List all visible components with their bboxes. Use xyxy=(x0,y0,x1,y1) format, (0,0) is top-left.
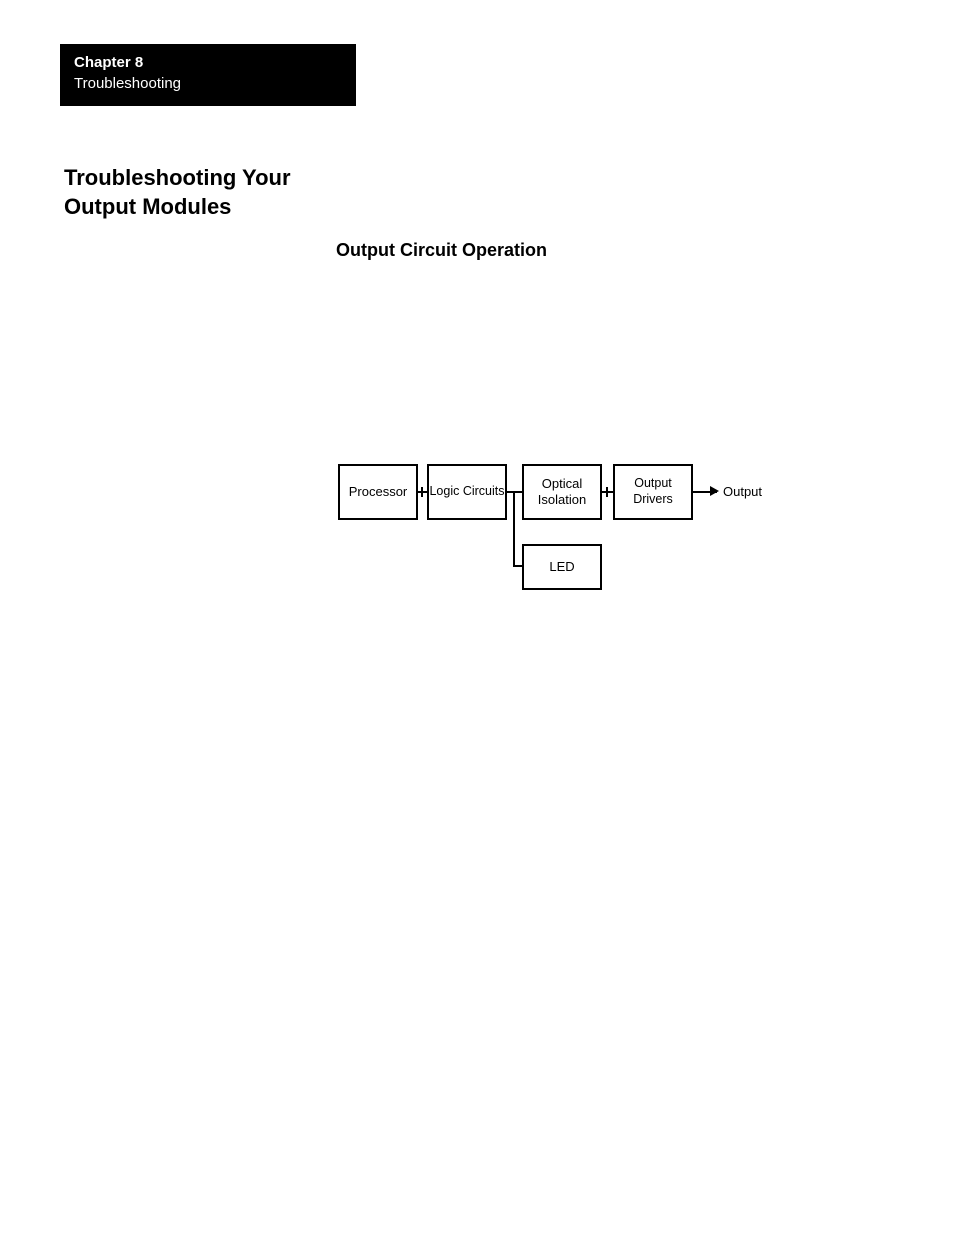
chapter-label: Chapter 8 xyxy=(74,54,342,71)
block-processor: Processor xyxy=(338,464,418,520)
arrowhead-icon xyxy=(710,486,719,496)
section-heading: Output Circuit Operation xyxy=(336,240,547,261)
block-output-drivers: Output Drivers xyxy=(613,464,693,520)
page-title: Troubleshooting Your Output Modules xyxy=(64,164,304,221)
connector xyxy=(513,565,524,567)
block-led: LED xyxy=(522,544,602,590)
output-circuit-diagram: Processor Logic Circuits Optical Isolati… xyxy=(338,464,798,604)
connector xyxy=(513,491,515,567)
chapter-subtitle: Troubleshooting xyxy=(74,75,342,92)
output-label: Output xyxy=(723,484,762,499)
block-logic-circuits: Logic Circuits xyxy=(427,464,507,520)
chapter-header-box: Chapter 8 Troubleshooting xyxy=(60,44,356,106)
connector-tick xyxy=(421,487,423,497)
connector-tick xyxy=(606,487,608,497)
block-optical-isolation: Optical Isolation xyxy=(522,464,602,520)
